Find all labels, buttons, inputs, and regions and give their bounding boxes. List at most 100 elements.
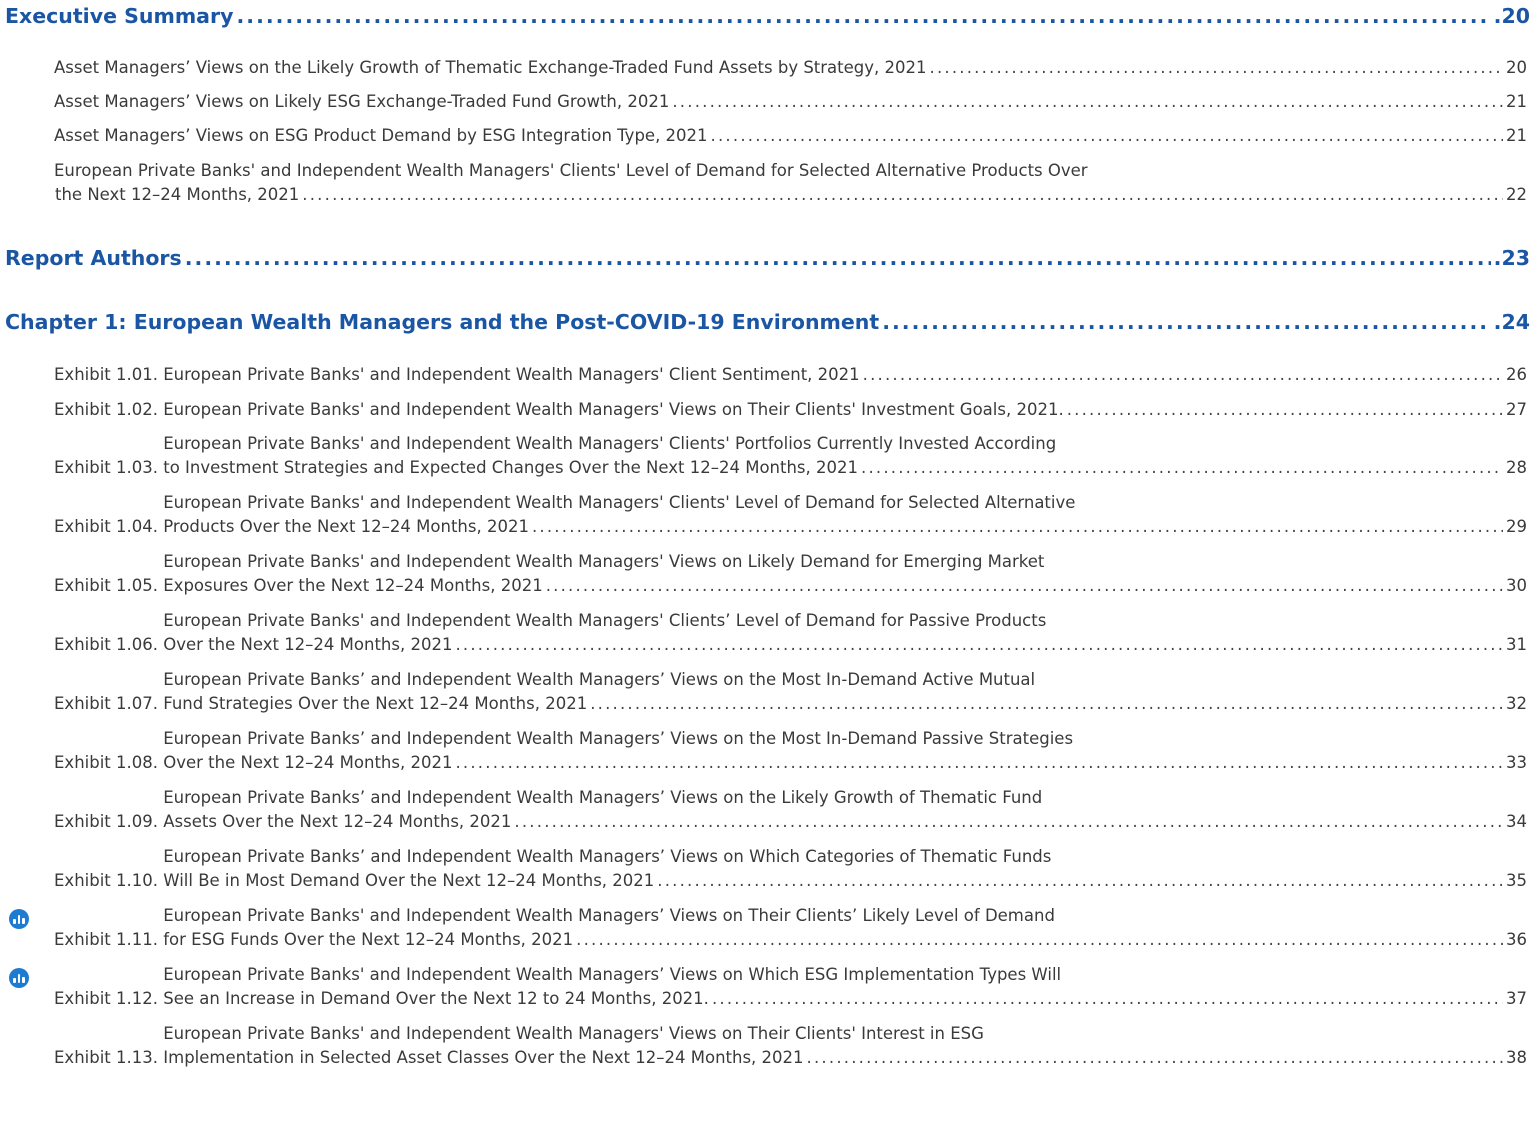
exhibit-number: Exhibit 1.01. bbox=[54, 365, 158, 384]
dot-leader: ........................................… bbox=[1066, 400, 1503, 419]
exhibit-number: Exhibit 1.10. bbox=[54, 871, 158, 890]
entry-title: Asset Managers’ Views on Likely ESG Exch… bbox=[54, 92, 670, 111]
bar-chart-icon bbox=[9, 968, 29, 988]
entry-title-line2: Assets Over the Next 12–24 Months, 2021 bbox=[163, 812, 512, 831]
entry-title-line2: Will Be in Most Demand Over the Next 12–… bbox=[163, 871, 655, 890]
entry-title-line2: Over the Next 12–24 Months, 2021 bbox=[163, 635, 453, 654]
exhibit-number: Exhibit 1.03. bbox=[54, 458, 158, 477]
toc-exhibit-entry[interactable]: Exhibit 1.11. European Private Banks' an… bbox=[54, 904, 1527, 952]
exhibit-number: Exhibit 1.08. bbox=[54, 753, 158, 772]
entry-title-line1: European Private Banks' and Independent … bbox=[163, 965, 1062, 984]
toc-entry[interactable]: Asset Managers’ Views on Likely ESG Exch… bbox=[54, 90, 1527, 114]
dot-leader: ........................................… bbox=[710, 126, 1503, 145]
page-number: 34 bbox=[1506, 812, 1527, 831]
heading-title: Report Authors bbox=[5, 246, 182, 270]
entry-title: Asset Managers’ Views on the Likely Grow… bbox=[54, 58, 927, 77]
exhibit-number: Exhibit 1.06. bbox=[54, 635, 158, 654]
dot-leader: ........................................… bbox=[590, 694, 1503, 713]
page-number: 37 bbox=[1506, 989, 1527, 1008]
entry-title-line1: European Private Banks’ and Independent … bbox=[163, 788, 1043, 807]
page-number: 35 bbox=[1506, 871, 1527, 890]
dot-leader: ........................................… bbox=[711, 989, 1503, 1008]
page-number: .20 bbox=[1493, 4, 1530, 28]
entry-title-line1: European Private Banks' and Independent … bbox=[54, 161, 1088, 180]
page-number: 31 bbox=[1506, 635, 1527, 654]
dot-leader: ........................................… bbox=[514, 812, 1503, 831]
dot-leader: ........................................… bbox=[184, 246, 1491, 270]
exhibit-number: Exhibit 1.05. bbox=[54, 576, 158, 595]
toc-heading-chapter-1[interactable]: Chapter 1: European Wealth Managers and … bbox=[5, 309, 1530, 335]
toc-heading-report-authors[interactable]: Report Authors .........................… bbox=[5, 245, 1530, 271]
toc-exhibit-entry[interactable]: Exhibit 1.08. European Private Banks’ an… bbox=[54, 727, 1527, 775]
page-number: 29 bbox=[1506, 517, 1527, 536]
dot-leader: ........................................… bbox=[882, 310, 1490, 334]
toc-exhibit-entry[interactable]: Exhibit 1.06. European Private Banks' an… bbox=[54, 609, 1527, 657]
toc-exhibit-entry[interactable]: Exhibit 1.10. European Private Banks’ an… bbox=[54, 845, 1527, 893]
page-number: 32 bbox=[1506, 694, 1527, 713]
entry-title-line1: European Private Banks’ and Independent … bbox=[163, 670, 1036, 689]
dot-leader: ........................................… bbox=[861, 458, 1503, 477]
entry-title-line2: Fund Strategies Over the Next 12–24 Mont… bbox=[163, 694, 588, 713]
toc-exhibit-entry[interactable]: Exhibit 1.05. European Private Banks' an… bbox=[54, 550, 1527, 598]
page-number: .24 bbox=[1493, 310, 1530, 334]
entry-title-line1: European Private Banks' and Independent … bbox=[163, 906, 1055, 925]
toc-exhibit-entry[interactable]: Exhibit 1.12. European Private Banks' an… bbox=[54, 963, 1527, 1011]
toc-exhibit-entry[interactable]: Exhibit 1.01. European Private Banks' an… bbox=[54, 363, 1527, 387]
entry-title-line1: European Private Banks' and Independent … bbox=[163, 611, 1047, 630]
exhibit-number: Exhibit 1.07. bbox=[54, 694, 158, 713]
entry-title-line1: European Private Banks’ and Independent … bbox=[163, 847, 1052, 866]
toc-exhibit-entry[interactable]: Exhibit 1.02. European Private Banks' an… bbox=[54, 398, 1527, 422]
dot-leader: ........................................… bbox=[657, 871, 1503, 890]
exhibit-number: Exhibit 1.04. bbox=[54, 517, 158, 536]
dot-leader: ........................................… bbox=[455, 753, 1503, 772]
dot-leader: ........................................… bbox=[929, 58, 1503, 77]
entry-title-line2: See an Increase in Demand Over the Next … bbox=[163, 989, 709, 1008]
page-number: .23 bbox=[1493, 246, 1530, 270]
toc-exhibit-entry[interactable]: Exhibit 1.07. European Private Banks’ an… bbox=[54, 668, 1527, 716]
dot-leader: ........................................… bbox=[236, 4, 1491, 28]
page-number: 33 bbox=[1506, 753, 1527, 772]
page-number: 21 bbox=[1506, 92, 1527, 111]
entry-title-line2: Implementation in Selected Asset Classes… bbox=[163, 1048, 804, 1067]
page-number: 30 bbox=[1506, 576, 1527, 595]
dot-leader: ........................................… bbox=[862, 365, 1503, 384]
exhibit-number: Exhibit 1.13. bbox=[54, 1048, 158, 1067]
dot-leader: ........................................… bbox=[576, 930, 1503, 949]
toc-entry[interactable]: Asset Managers’ Views on ESG Product Dem… bbox=[54, 124, 1527, 148]
page-number: 20 bbox=[1506, 58, 1527, 77]
heading-title: Chapter 1: European Wealth Managers and … bbox=[5, 310, 880, 334]
page-number: 28 bbox=[1506, 458, 1527, 477]
entry-title: European Private Banks' and Independent … bbox=[163, 400, 1064, 419]
dot-leader: ........................................… bbox=[545, 576, 1503, 595]
page-number: 38 bbox=[1506, 1048, 1527, 1067]
exhibit-number: Exhibit 1.12. bbox=[54, 989, 158, 1008]
entry-title-line2: Over the Next 12–24 Months, 2021 bbox=[163, 753, 453, 772]
heading-title: Executive Summary bbox=[5, 4, 234, 28]
entry-title-line1: European Private Banks' and Independent … bbox=[163, 552, 1045, 571]
exhibit-number: Exhibit 1.11. bbox=[54, 930, 158, 949]
dot-leader: ........................................… bbox=[531, 517, 1503, 536]
toc-exhibit-entry[interactable]: Exhibit 1.04. European Private Banks' an… bbox=[54, 491, 1527, 539]
dot-leader: ........................................… bbox=[672, 92, 1503, 111]
toc-exhibit-entry[interactable]: Exhibit 1.03. European Private Banks' an… bbox=[54, 432, 1527, 480]
toc-heading-executive-summary[interactable]: Executive Summary ......................… bbox=[5, 3, 1530, 29]
dot-leader: ........................................… bbox=[302, 185, 1503, 204]
entry-title: Asset Managers’ Views on ESG Product Dem… bbox=[54, 126, 708, 145]
page-number: 36 bbox=[1506, 930, 1527, 949]
dot-leader: ........................................… bbox=[455, 635, 1503, 654]
entry-title: European Private Banks' and Independent … bbox=[163, 365, 860, 384]
toc-exhibit-entry[interactable]: Exhibit 1.13. European Private Banks' an… bbox=[54, 1022, 1527, 1070]
page-number: 22 bbox=[1506, 185, 1527, 204]
entry-title-line2: the Next 12–24 Months, 2021 bbox=[55, 185, 300, 204]
entry-title-line1: European Private Banks' and Independent … bbox=[163, 1024, 984, 1043]
entry-title-line2: to Investment Strategies and Expected Ch… bbox=[163, 458, 859, 477]
entry-title-line2: Products Over the Next 12–24 Months, 202… bbox=[163, 517, 529, 536]
entry-title-line2: Exposures Over the Next 12–24 Months, 20… bbox=[163, 576, 543, 595]
entry-title-line1: European Private Banks’ and Independent … bbox=[163, 729, 1074, 748]
exhibit-number: Exhibit 1.09. bbox=[54, 812, 158, 831]
toc-exhibit-entry[interactable]: Exhibit 1.09. European Private Banks’ an… bbox=[54, 786, 1527, 834]
toc-entry[interactable]: Asset Managers’ Views on the Likely Grow… bbox=[54, 56, 1527, 80]
toc-entry[interactable]: European Private Banks' and Independent … bbox=[54, 159, 1527, 207]
dot-leader: ........................................… bbox=[806, 1048, 1503, 1067]
entry-title-line1: European Private Banks' and Independent … bbox=[163, 434, 1057, 453]
